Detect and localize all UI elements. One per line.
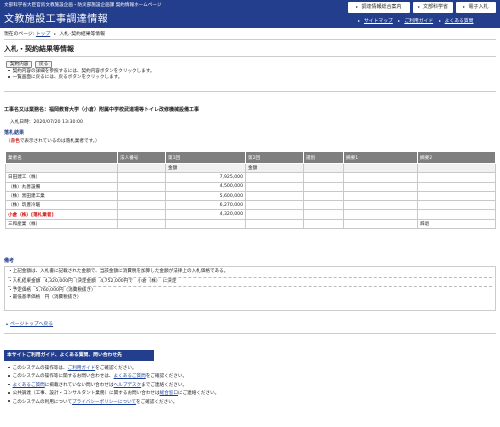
company-name: 日田建工（株） (5, 172, 118, 183)
mext-button[interactable]: 文部科学省 (413, 2, 453, 13)
divider (4, 333, 496, 334)
guide-list: このシステムの操作等は、ご利用ガイドをご確認ください。 このシステムの操作等に関… (8, 365, 219, 407)
instructions: 契約内容の詳細を参照するには、契約内容ボタンをクリックします。 一覧画面に戻るに… (8, 69, 155, 81)
bullet-icon (8, 75, 10, 78)
bullet-icon (8, 391, 10, 394)
header-type: 諸別 (303, 151, 344, 164)
faq-link[interactable]: よくある質問 (438, 17, 473, 24)
caret-right-icon (417, 5, 420, 8)
company-name: （株）丸善設備 (5, 181, 118, 192)
divider (8, 276, 492, 278)
bid-amount: 7,925,000 (165, 172, 246, 183)
breadcrumb-top-link[interactable]: トップ (36, 32, 50, 37)
list-item: このシステムの操作等に関するお問い合わせは、よくあるご質問をご確認ください。 (8, 373, 219, 381)
remarks-box: ・上記金額は、入札書に記載された金額で、当該金額に消費税を加算した金額が法律上の… (4, 266, 496, 311)
company-name: （株）黒田建工業 (5, 190, 118, 202)
result-heading: 落札結果 (4, 130, 25, 136)
header-subtitle: 文部科学省大臣官房文教施設企画・防災部施設企画課 契約情報ホームページ (4, 3, 162, 8)
bid-amount: 4,320,000 (165, 209, 246, 220)
bid-amount: 5,600,000 (165, 190, 246, 202)
table-row: （株）黒田建工業 5,600,000 (5, 190, 496, 202)
header-links: サイトマップ ご利用ガイド よくある質問 (358, 17, 498, 24)
divider (4, 39, 496, 40)
project-name: 工事名又は業務名：福岡教育大学（小倉）附属中学校武道場等トイレ改修機械設備工事 (4, 107, 200, 113)
bid-amount (165, 218, 246, 230)
privacy-policy-link[interactable]: プライバシーポリシーについて (72, 400, 136, 405)
bullet-icon (8, 375, 10, 377)
arrow-up-icon (6, 322, 8, 325)
company-name: （株）筑豊冷暖 (5, 200, 118, 211)
list-item: 公共調達（工事、設計・コンサルタント業務）に関するお問い合わせは総合窓口にご連絡… (8, 390, 219, 398)
table-header-row: 業者名 法人番号 第1回 第2回 諸別 摘要1 摘要2 (5, 151, 496, 164)
procurement-guide-button[interactable]: 調達情報総合案内 (348, 2, 410, 13)
user-guide-link[interactable]: ご利用ガイド (398, 17, 433, 24)
remarks-heading: 備考 (4, 258, 15, 264)
bullet-icon (8, 366, 10, 369)
divider (4, 56, 496, 57)
header-note-1: 摘要1 (343, 151, 418, 164)
header-note-2: 摘要2 (417, 151, 496, 164)
subheader-amount-2: 金額 (245, 162, 304, 174)
table-row: （株）筑豊冷暖 6,270,000 (5, 200, 496, 211)
back-button[interactable]: 戻る (34, 61, 53, 68)
remark-line: ・上記金額は、入札書に記載された金額で、当該金額に消費税を加算した金額が法律上の… (8, 269, 229, 274)
page-title: 入札・契約結果等情報 (4, 45, 74, 53)
caret-right-icon (463, 5, 466, 8)
header-corp-number: 法人番号 (117, 151, 166, 164)
e-bidding-button[interactable]: 電子入札 (456, 2, 496, 13)
helpdesk-link[interactable]: ヘルプデスク (114, 383, 142, 388)
faq-link[interactable]: よくあるご質問 (114, 374, 146, 379)
bullet-icon (8, 383, 10, 386)
results-table: 業者名 法人番号 第1回 第2回 諸別 摘要1 摘要2 金額 金額 日田建工（株… (5, 151, 496, 230)
caret-right-icon (398, 19, 401, 22)
table-row-winner: 小倉（株）[落札業者] 4,320,000 (5, 209, 496, 220)
breadcrumb-current: 入札･契約結果等情報 (59, 32, 105, 37)
divider (8, 286, 492, 287)
list-item: 一覧画面に戻るには、戻るボタンをクリックします。 (8, 75, 155, 81)
subheader-amount-1: 金額 (165, 162, 246, 174)
bid-date: 入札日時：2020/07/20 13:30:00 (10, 120, 84, 125)
table-row: （株）丸善設備 4,500,000 (5, 181, 496, 192)
bullet-icon (8, 69, 10, 72)
table-subheader-row: 金額 金額 (5, 162, 496, 174)
header-round-1: 第1回 (165, 151, 246, 164)
bullet-icon (8, 400, 10, 402)
contract-details-button[interactable]: 契約内容 (6, 61, 33, 68)
list-item: このシステムの操作等は、ご利用ガイドをご確認ください。 (8, 365, 219, 373)
page-top-link[interactable]: ページトップへ戻る (6, 320, 53, 327)
bid-amount: 6,270,000 (165, 200, 246, 211)
caret-right-icon (358, 19, 360, 22)
table-row: 日田建工（株） 7,925,000 (5, 172, 496, 183)
table-row: 三和産業（株） 辞退 (5, 218, 496, 230)
faq-link[interactable]: よくあるご質問 (13, 383, 45, 388)
caret-right-icon (53, 32, 56, 35)
company-name: 小倉（株）[落札業者] (5, 209, 118, 220)
winner-legend: （赤色で表示されているのは落札業者です。） (6, 139, 100, 144)
divider (4, 91, 496, 92)
caret-right-icon (356, 5, 359, 8)
guide-heading: 本サイトご利用ガイド、よくある質問、問い合わせ先 (4, 350, 154, 361)
remark-line: ・入札結果金額 4,320,000円（決定金額 4,752,000円で 小倉（株… (8, 278, 177, 284)
caret-right-icon (438, 19, 441, 22)
header-company: 業者名 (5, 151, 118, 164)
general-contact-link[interactable]: 総合窓口 (160, 391, 178, 396)
company-name: 三和産業（株） (5, 218, 118, 230)
bid-amount: 4,500,000 (165, 181, 246, 192)
user-guide-link[interactable]: ご利用ガイド (68, 366, 96, 371)
action-buttons: 契約内容 戻る (6, 61, 53, 68)
remark-line: ・最低基準価格 円（消費税抜き） (8, 294, 82, 300)
list-item: このシステムの利用についてプライバシーポリシーについてをご確認ください。 (8, 399, 219, 407)
list-item: よくあるご質問に掲載されていない問い合わせはヘルプデスクまでご連絡ください。 (8, 382, 219, 390)
site-header: 文部科学省大臣官房文教施設企画・防災部施設企画課 契約情報ホームページ 文教施設… (0, 0, 500, 28)
breadcrumb: 現在のページ: トップ 入札･契約結果等情報 (4, 32, 105, 37)
sitemap-link[interactable]: サイトマップ (358, 17, 393, 24)
header-round-2: 第2回 (245, 151, 304, 164)
site-title[interactable]: 文教施設工事調達情報 (4, 10, 108, 25)
status-note: 辞退 (417, 218, 496, 230)
